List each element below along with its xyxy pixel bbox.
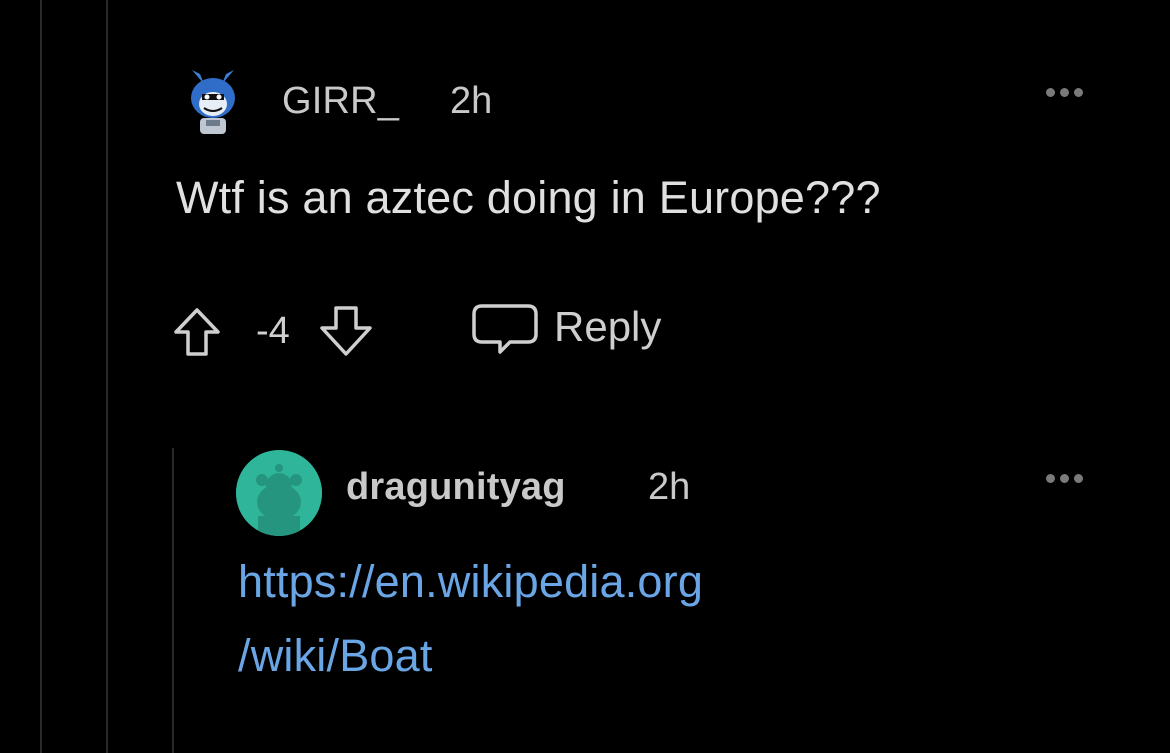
- blue-mascot-icon: [191, 70, 235, 134]
- upvote-button[interactable]: [172, 306, 222, 358]
- downvote-button[interactable]: [316, 304, 376, 358]
- vote-count: -4: [256, 310, 290, 352]
- downvote-arrow-icon: [320, 306, 372, 356]
- reply-more-button[interactable]: [1046, 474, 1083, 483]
- thread-line-outer: [40, 0, 42, 753]
- reply-username[interactable]: dragunityag: [346, 466, 566, 509]
- ellipsis-icon: [1046, 88, 1055, 97]
- user-avatar[interactable]: [178, 66, 248, 136]
- speech-bubble-icon: [472, 304, 538, 354]
- comment-username[interactable]: GIRR_: [282, 80, 399, 123]
- reply-label[interactable]: Reply: [554, 303, 661, 351]
- reply-user-avatar[interactable]: [236, 450, 322, 536]
- thread-line-reply: [172, 448, 174, 753]
- ellipsis-icon: [1046, 474, 1055, 483]
- thread-line-inner: [106, 0, 108, 753]
- reply-timestamp: 2h: [648, 466, 691, 508]
- reply-button[interactable]: [470, 300, 542, 360]
- link-line-1[interactable]: https://en.wikipedia.org: [238, 556, 703, 608]
- comment-timestamp: 2h: [450, 80, 493, 122]
- snoo-avatar-icon: [236, 450, 322, 536]
- link-line-2[interactable]: /wiki/Boat: [238, 630, 433, 682]
- upvote-arrow-icon: [174, 308, 220, 356]
- comment-more-button[interactable]: [1046, 88, 1083, 97]
- comment-body: Wtf is an aztec doing in Europe???: [176, 172, 881, 223]
